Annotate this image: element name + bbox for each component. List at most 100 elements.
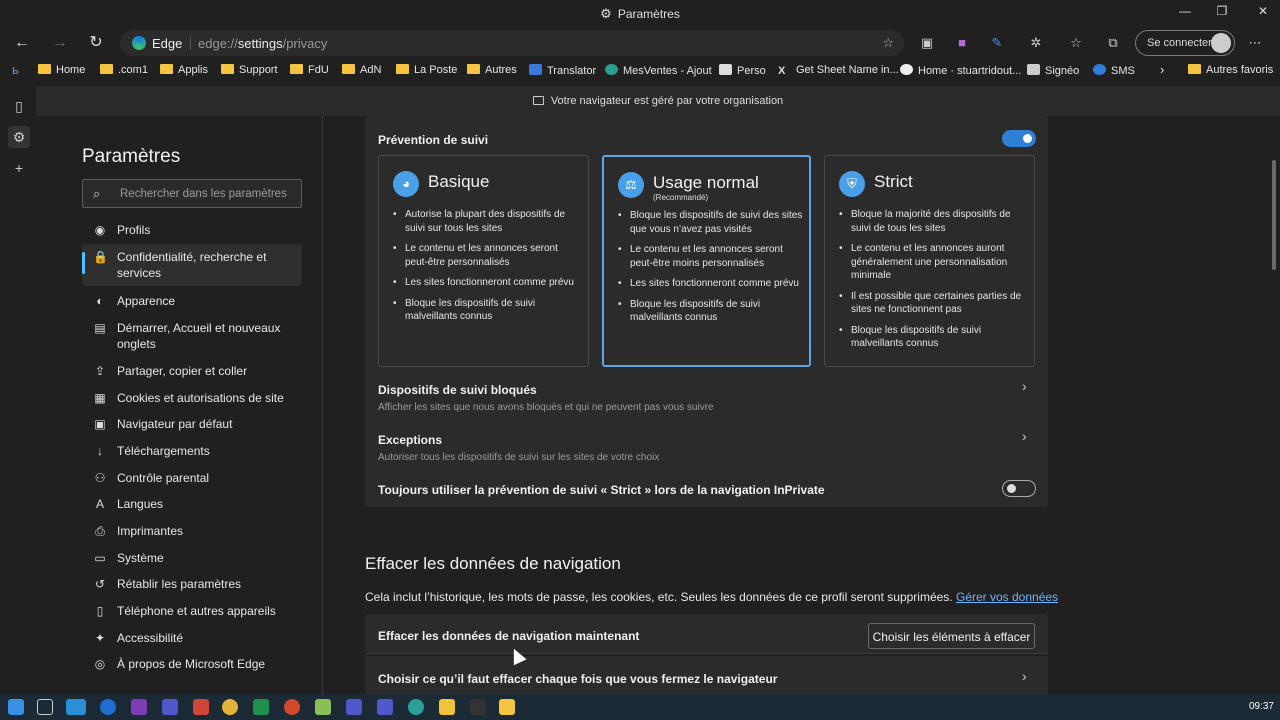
bookmark-perso[interactable]: Perso bbox=[719, 64, 766, 77]
bookmark-adn[interactable]: AdN bbox=[342, 64, 381, 76]
inprivate-toggle[interactable] bbox=[1002, 480, 1036, 497]
level-card-basique[interactable]: ◕ Basique Autorise la plupart des dispos… bbox=[378, 155, 589, 367]
notepad-icon[interactable] bbox=[315, 699, 331, 715]
exceptions-title[interactable]: Exceptions bbox=[378, 433, 442, 447]
folder-icon bbox=[396, 64, 409, 74]
x-icon: X bbox=[778, 65, 786, 77]
url-text[interactable]: edge://settings/privacy bbox=[198, 36, 327, 51]
bookmark-support[interactable]: Support bbox=[221, 64, 278, 76]
sidebar-toggle-icon[interactable]: ▯ bbox=[10, 98, 28, 116]
sidebar-item-label: Rétablir les paramètres bbox=[117, 577, 242, 591]
app-icon[interactable] bbox=[193, 699, 209, 715]
powerbi-icon[interactable] bbox=[439, 699, 455, 715]
extensions-icon[interactable]: ✲ bbox=[1025, 33, 1047, 53]
teams-icon-2[interactable] bbox=[346, 699, 362, 715]
bookmark-com1[interactable]: .com1 bbox=[100, 64, 148, 76]
bookmark-mesventes[interactable]: MesVentes - Ajout bbox=[605, 64, 712, 77]
sidebar-item-profils[interactable]: ◉ Profils bbox=[82, 222, 302, 240]
chevron-right-icon[interactable]: › bbox=[1022, 428, 1027, 444]
terminal-icon[interactable] bbox=[470, 699, 486, 715]
minimize-button[interactable]: — bbox=[1170, 4, 1200, 24]
manage-data-link[interactable]: Gérer vos données bbox=[956, 590, 1058, 604]
app-icon-2[interactable] bbox=[408, 699, 424, 715]
forward-icon[interactable]: → bbox=[48, 32, 72, 54]
maximize-button[interactable]: ❐ bbox=[1207, 4, 1237, 24]
bookmark-laposte[interactable]: La Poste bbox=[396, 64, 457, 76]
sidebar-item-apropos[interactable]: ◎ À propos de Microsoft Edge bbox=[82, 656, 302, 674]
bing-icon[interactable]: ь bbox=[12, 62, 19, 77]
sidebar-item-partager[interactable]: ⇪ Partager, copier et coller bbox=[82, 363, 302, 381]
level-bullet: Le contenu et les annonces auront généra… bbox=[837, 242, 1027, 283]
onenote-taskbar-icon[interactable] bbox=[131, 699, 147, 715]
sidebar-item-retablir[interactable]: ↺ Rétablir les paramètres bbox=[82, 576, 302, 594]
scrollbar[interactable] bbox=[1272, 160, 1276, 270]
sidebar-item-telechargements[interactable]: ↓ Téléchargements bbox=[82, 443, 302, 461]
explorer-icon[interactable] bbox=[499, 699, 515, 715]
family-icon: ⚇ bbox=[94, 471, 106, 485]
settings-gear-icon[interactable]: ⚙ bbox=[8, 126, 30, 148]
add-favorite-icon[interactable]: ☆ bbox=[882, 35, 894, 51]
sidebar-item-label: Téléchargements bbox=[117, 444, 210, 458]
level-bullet: Le contenu et les annonces seront peut-ê… bbox=[391, 242, 581, 269]
chevron-right-icon[interactable]: › bbox=[1022, 668, 1027, 684]
sidebar-item-langues[interactable]: A Langues bbox=[82, 496, 302, 514]
bookmark-getsheet[interactable]: X Get Sheet Name in... bbox=[778, 64, 899, 77]
add-icon[interactable]: + bbox=[10, 160, 28, 178]
edge-taskbar-icon[interactable] bbox=[66, 699, 86, 715]
refresh-icon[interactable]: ↻ bbox=[84, 32, 108, 54]
blocked-trackers-title[interactable]: Dispositifs de suivi bloqués bbox=[378, 383, 537, 397]
bookmark-fdu[interactable]: FdU bbox=[290, 64, 329, 76]
sidebar-item-cookies[interactable]: ▦ Cookies et autorisations de site bbox=[82, 390, 302, 408]
sidebar-item-label: Partager, copier et coller bbox=[117, 364, 248, 378]
search-icon: ⌕ bbox=[93, 186, 101, 201]
sidebar-item-accessibilite[interactable]: ✦ Accessibilité bbox=[82, 630, 302, 648]
windows-start-icon[interactable] bbox=[8, 699, 24, 715]
bookmark-sms[interactable]: SMS bbox=[1093, 64, 1135, 77]
bookmark-signeo[interactable]: Signéo bbox=[1027, 64, 1079, 77]
sidebar-item-systeme[interactable]: ▭ Système bbox=[82, 550, 302, 568]
bookmark-github[interactable]: Home · stuartridout... bbox=[900, 64, 1021, 77]
sidebar-item-navigateur[interactable]: ▣ Navigateur par défaut bbox=[82, 416, 302, 434]
folder-icon bbox=[38, 64, 51, 74]
onenote-icon[interactable]: ■ bbox=[951, 33, 973, 53]
sidebar-item-parental[interactable]: ⚇ Contrôle parental bbox=[82, 470, 302, 488]
bookmark-autres[interactable]: Autres bbox=[467, 64, 517, 76]
chrome-icon[interactable] bbox=[222, 699, 238, 715]
sidebar-item-apparence[interactable]: ◐ Apparence bbox=[82, 293, 302, 311]
bookmark-applis[interactable]: Applis bbox=[160, 64, 208, 76]
powerpoint-icon[interactable] bbox=[284, 699, 300, 715]
settings-search-input[interactable]: ⌕ Rechercher dans les paramètres bbox=[82, 179, 302, 208]
signin-button[interactable]: Se connecter bbox=[1135, 30, 1235, 56]
managed-text: Votre navigateur est géré par votre orga… bbox=[550, 95, 784, 107]
teams-icon-3[interactable] bbox=[377, 699, 393, 715]
clear-on-close-row[interactable]: Choisir ce qu’il faut effacer chaque foi… bbox=[365, 656, 1048, 694]
choose-items-button[interactable]: Choisir les éléments à effacer bbox=[868, 623, 1035, 649]
pen-icon[interactable]: ✎ bbox=[986, 33, 1008, 53]
close-button[interactable]: ✕ bbox=[1248, 4, 1278, 24]
extension-icon[interactable]: ▣ bbox=[916, 33, 938, 53]
back-icon[interactable]: ← bbox=[10, 32, 34, 54]
bookmark-autres-favoris[interactable]: Autres favoris bbox=[1188, 64, 1273, 76]
level-card-usage-normal[interactable]: ⚖ Usage normal (Recommandé) Bloque les d… bbox=[602, 155, 811, 367]
clear-desc-text: Cela inclut l’historique, les mots de pa… bbox=[365, 590, 953, 604]
favorites-icon[interactable]: ☆ bbox=[1065, 33, 1087, 53]
task-view-icon[interactable] bbox=[37, 699, 53, 715]
chevron-right-icon[interactable]: › bbox=[1022, 378, 1027, 394]
excel-icon[interactable] bbox=[253, 699, 269, 715]
address-bar[interactable]: Edge edge://settings/privacy ☆ bbox=[120, 30, 904, 56]
teams-icon[interactable] bbox=[162, 699, 178, 715]
more-menu-icon[interactable]: ⋯ bbox=[1244, 33, 1266, 53]
level-card-strict[interactable]: ⛨ Strict Bloque la majorité des disposit… bbox=[824, 155, 1035, 367]
sidebar-item-demarrer[interactable]: ▤ Démarrer, Accueil et nouveaux onglets bbox=[82, 320, 302, 354]
tracking-toggle[interactable] bbox=[1002, 130, 1036, 147]
sidebar-item-telephone[interactable]: ▯ Téléphone et autres appareils bbox=[82, 603, 302, 621]
sidebar-item-imprimantes[interactable]: ⎙ Imprimantes bbox=[82, 523, 302, 541]
share-icon: ⇪ bbox=[94, 364, 106, 378]
collections-icon[interactable]: ⧉ bbox=[1102, 33, 1124, 53]
sidebar-item-confidentialite[interactable]: 🔒 Confidentialité, recherche et services bbox=[82, 244, 302, 286]
onedrive-icon[interactable] bbox=[100, 699, 116, 715]
bookmark-label: MesVentes - Ajout bbox=[623, 65, 712, 77]
bookmark-home[interactable]: Home bbox=[38, 64, 85, 76]
bookmark-translator[interactable]: Translator bbox=[529, 64, 596, 77]
chevron-right-icon[interactable]: › bbox=[1160, 62, 1164, 77]
